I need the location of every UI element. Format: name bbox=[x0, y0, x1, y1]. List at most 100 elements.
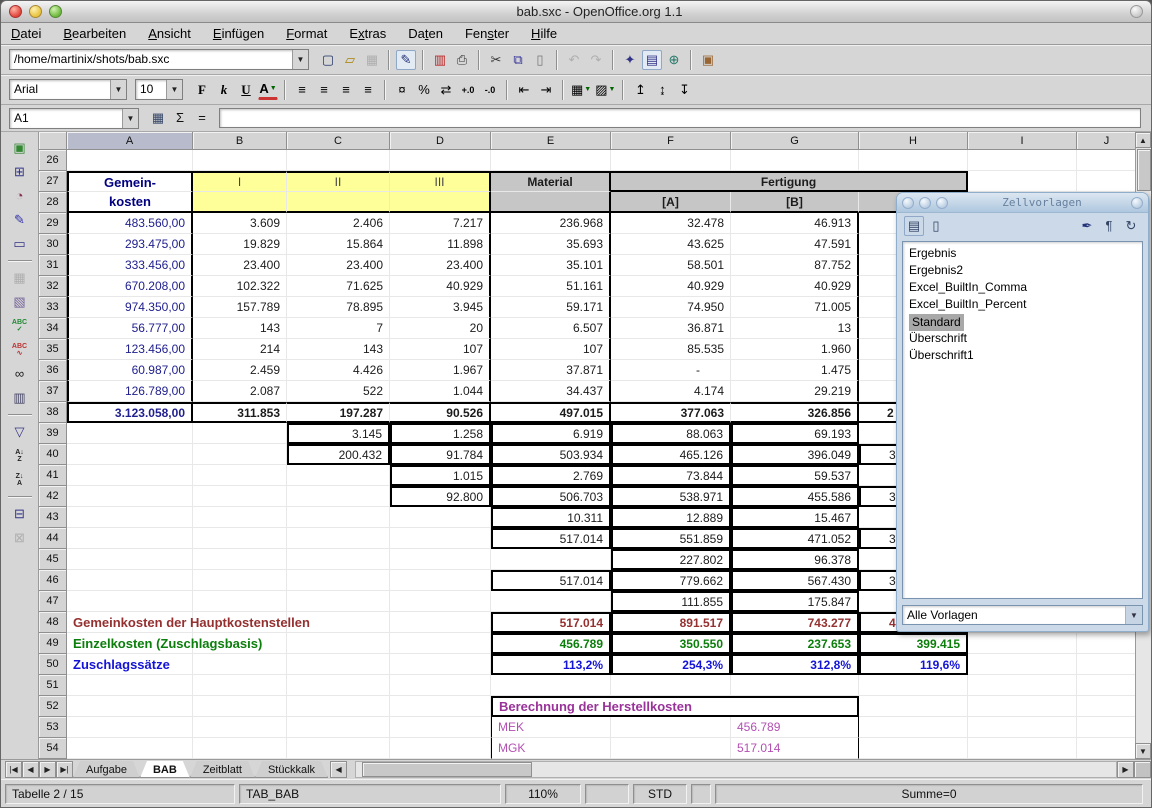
cell-F43[interactable]: 12.889 bbox=[611, 507, 731, 528]
style-item--berschrift1[interactable]: Überschrift1 bbox=[903, 347, 1142, 364]
cell-A27[interactable]: Gemein- bbox=[67, 171, 193, 192]
cell-F53[interactable] bbox=[611, 717, 731, 738]
align-justify-icon[interactable]: ≡ bbox=[358, 80, 378, 100]
function-icon[interactable]: = bbox=[192, 108, 212, 128]
cell-F37[interactable]: 4.174 bbox=[611, 381, 731, 402]
column-header-D[interactable]: D bbox=[390, 132, 491, 150]
cell-C39[interactable]: 3.145 bbox=[287, 423, 390, 444]
document-url-combo[interactable]: /home/martinix/shots/bab.sxc ▼ bbox=[9, 49, 309, 70]
cell-A40[interactable] bbox=[67, 444, 193, 465]
cell-D37[interactable]: 1.044 bbox=[390, 381, 491, 402]
themes-icon[interactable]: ▧ bbox=[10, 292, 30, 312]
cell-A50[interactable]: Zuschlagssätze bbox=[67, 654, 193, 675]
update-style-icon[interactable]: ↻ bbox=[1121, 216, 1141, 236]
cell-B46[interactable] bbox=[193, 570, 287, 591]
cell-I27[interactable] bbox=[968, 171, 1077, 192]
cell-G30[interactable]: 47.591 bbox=[731, 234, 859, 255]
column-header-I[interactable]: I bbox=[968, 132, 1077, 150]
cell-D42[interactable]: 92.800 bbox=[390, 486, 491, 507]
window-shade-button[interactable] bbox=[1130, 5, 1143, 18]
cell-G29[interactable]: 46.913 bbox=[731, 213, 859, 234]
cell-G41[interactable]: 59.537 bbox=[731, 465, 859, 486]
open-icon[interactable]: ▱ bbox=[340, 50, 360, 70]
row-header-41[interactable]: 41 bbox=[39, 465, 67, 486]
cell-A38[interactable]: 3.123.058,00 bbox=[67, 402, 193, 423]
select-all-corner[interactable] bbox=[39, 132, 67, 150]
cell-J53[interactable] bbox=[1077, 717, 1137, 738]
hyperlink-icon[interactable]: ⊕ bbox=[664, 50, 684, 70]
cell-F29[interactable]: 32.478 bbox=[611, 213, 731, 234]
tab-scroll-left-icon[interactable]: ◀ bbox=[330, 761, 347, 778]
fill-format-icon[interactable]: ✒ bbox=[1077, 216, 1097, 236]
cell-G40[interactable]: 396.049 bbox=[731, 444, 859, 465]
cell-C34[interactable]: 7 bbox=[287, 318, 390, 339]
cell-G53[interactable]: 456.789 bbox=[731, 717, 859, 738]
cell-E39[interactable]: 6.919 bbox=[491, 423, 611, 444]
edit-file-icon[interactable]: ✎ bbox=[396, 50, 416, 70]
cell-H53[interactable] bbox=[859, 717, 968, 738]
stylist-title-bar[interactable]: Zellvorlagen bbox=[897, 193, 1148, 213]
cell-F46[interactable]: 779.662 bbox=[611, 570, 731, 591]
cell-D31[interactable]: 23.400 bbox=[390, 255, 491, 276]
cell-F51[interactable] bbox=[611, 675, 731, 696]
cell-E50[interactable]: 113,2% bbox=[491, 654, 611, 675]
sheet-tab-st-ckkalk[interactable]: Stückkalk bbox=[255, 761, 328, 778]
cell-A28[interactable]: kosten bbox=[67, 192, 193, 213]
cell-B31[interactable]: 23.400 bbox=[193, 255, 287, 276]
cell-C31[interactable]: 23.400 bbox=[287, 255, 390, 276]
cell-A30[interactable]: 293.475,00 bbox=[67, 234, 193, 255]
zoom-window-button[interactable] bbox=[49, 5, 62, 18]
cell-I49[interactable] bbox=[968, 633, 1077, 654]
column-header-F[interactable]: F bbox=[611, 132, 731, 150]
cell-D34[interactable]: 20 bbox=[390, 318, 491, 339]
row-header-46[interactable]: 46 bbox=[39, 570, 67, 591]
cell-A54[interactable] bbox=[67, 738, 193, 759]
cell-I51[interactable] bbox=[968, 675, 1077, 696]
underline-icon[interactable]: U bbox=[236, 80, 256, 100]
export-pdf-icon[interactable]: ▥ bbox=[430, 50, 450, 70]
cell-A48[interactable]: Gemeinkosten der Hauptkostenstellen bbox=[67, 612, 193, 633]
cell-A29[interactable]: 483.560,00 bbox=[67, 213, 193, 234]
cell-D47[interactable] bbox=[390, 591, 491, 612]
cell-B42[interactable] bbox=[193, 486, 287, 507]
cell-E51[interactable] bbox=[491, 675, 611, 696]
menu-extras[interactable]: Extras bbox=[349, 26, 386, 41]
cell-G31[interactable]: 87.752 bbox=[731, 255, 859, 276]
cell-D45[interactable] bbox=[390, 549, 491, 570]
cell-G51[interactable] bbox=[731, 675, 859, 696]
cell-C47[interactable] bbox=[287, 591, 390, 612]
sheet-tab-zeitblatt[interactable]: Zeitblatt bbox=[190, 761, 255, 778]
scroll-up-icon[interactable]: ▲ bbox=[1135, 132, 1151, 148]
cut-icon[interactable]: ✂ bbox=[486, 50, 506, 70]
cell-E52[interactable]: Berechnung der Herstellkosten bbox=[491, 696, 859, 717]
insert-cells-icon[interactable]: ⊞ bbox=[10, 162, 30, 182]
cell-D26[interactable] bbox=[390, 150, 491, 171]
cell-D49[interactable] bbox=[390, 633, 491, 654]
cell-F45[interactable]: 227.802 bbox=[611, 549, 731, 570]
cell-G33[interactable]: 71.005 bbox=[731, 297, 859, 318]
style-item-ergebnis2[interactable]: Ergebnis2 bbox=[903, 262, 1142, 279]
sheet-area-combo[interactable]: A1 ▼ bbox=[9, 108, 139, 129]
cell-B41[interactable] bbox=[193, 465, 287, 486]
cell-C42[interactable] bbox=[287, 486, 390, 507]
autofilter-icon[interactable]: ▽ bbox=[10, 422, 30, 442]
cell-C40[interactable]: 200.432 bbox=[287, 444, 390, 465]
cell-G44[interactable]: 471.052 bbox=[731, 528, 859, 549]
function-autopilot-icon[interactable]: ▦ bbox=[148, 108, 168, 128]
paste-icon[interactable]: ▯ bbox=[530, 50, 550, 70]
cell-E40[interactable]: 503.934 bbox=[491, 444, 611, 465]
row-header-54[interactable]: 54 bbox=[39, 738, 67, 759]
menu-ansicht[interactable]: Ansicht bbox=[148, 26, 191, 41]
cell-E47[interactable] bbox=[491, 591, 611, 612]
cell-B38[interactable]: 311.853 bbox=[193, 402, 287, 423]
cell-G34[interactable]: 13 bbox=[731, 318, 859, 339]
cell-F35[interactable]: 85.535 bbox=[611, 339, 731, 360]
cell-D54[interactable] bbox=[390, 738, 491, 759]
row-header-33[interactable]: 33 bbox=[39, 297, 67, 318]
cell-F28[interactable]: [A] bbox=[611, 192, 731, 213]
style-item--berschrift[interactable]: Überschrift bbox=[903, 330, 1142, 347]
cell-C27[interactable]: II bbox=[287, 171, 390, 192]
cell-I26[interactable] bbox=[968, 150, 1077, 171]
cell-E27[interactable]: Material bbox=[491, 171, 611, 192]
cell-E32[interactable]: 51.161 bbox=[491, 276, 611, 297]
